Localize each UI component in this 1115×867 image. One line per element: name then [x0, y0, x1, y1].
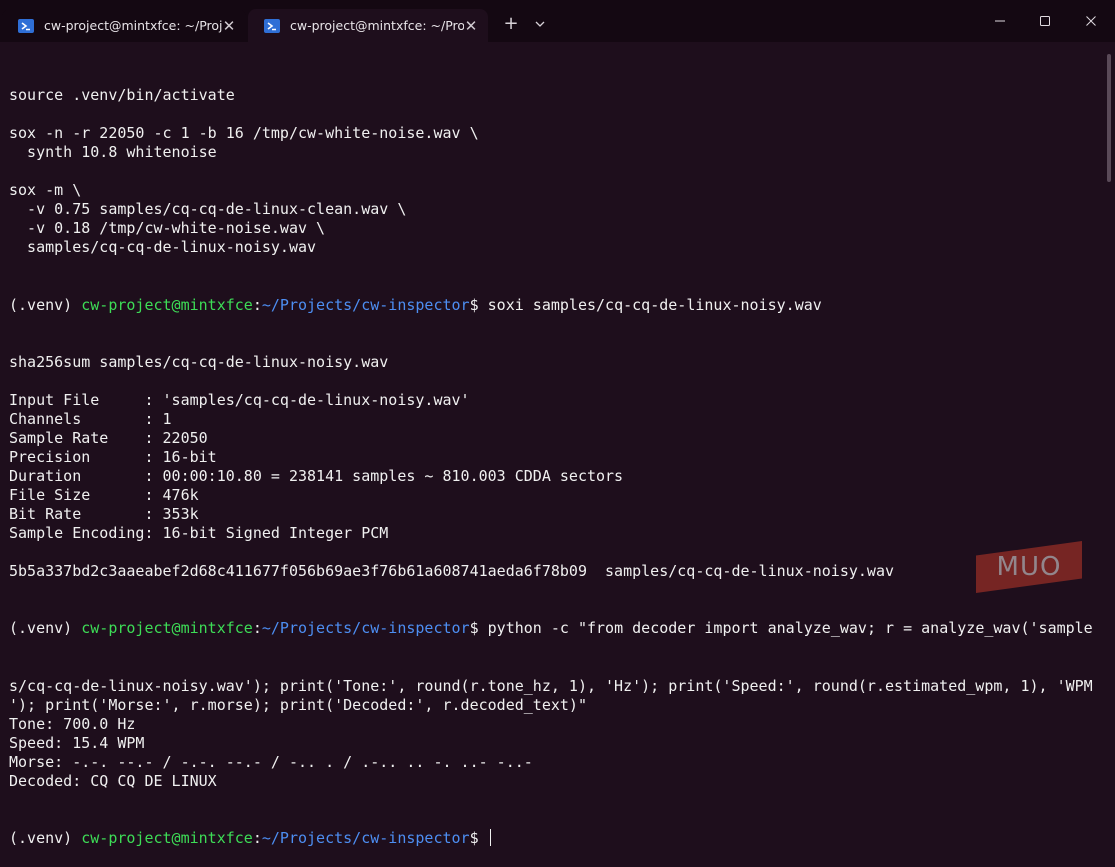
output-line: 5b5a337bd2c3aaeabef2d68c411677f056b69ae3… — [9, 562, 895, 581]
scrollbar-thumb[interactable] — [1107, 54, 1111, 182]
prompt-user: cw-project@mintxfce — [81, 828, 253, 847]
output-block: source .venv/bin/activate sox -n -r 22050… — [9, 86, 1107, 257]
prompt-user: cw-project@mintxfce — [81, 295, 253, 314]
output-line: Morse: -.-. --.- / -.-. --.- / -.. . / .… — [9, 752, 533, 771]
prompt-symbol: $ — [469, 619, 488, 638]
output-line: source .venv/bin/activate — [9, 86, 235, 105]
output-line: synth 10.8 whitenoise — [9, 143, 217, 162]
maximize-icon[interactable] — [1022, 0, 1068, 42]
output-line: File Size : 476k — [9, 486, 199, 505]
output-line: Precision : 16-bit — [9, 447, 217, 466]
new-tab-button[interactable]: + — [500, 12, 522, 36]
prompt-path: ~/Projects/cw-inspector — [261, 295, 470, 314]
prompt-line: (.venv) cw-project@mintxfce:~/Projects/c… — [9, 828, 1107, 848]
tab-title: cw-project@mintxfce: ~/Proje — [290, 18, 464, 33]
output-line: Channels : 1 — [9, 409, 172, 428]
output-line: -v 0.18 /tmp/cw-white-noise.wav \ — [9, 219, 326, 238]
output-line: s/cq-cq-de-linux-noisy.wav'); print('Ton… — [9, 676, 1093, 695]
output-line: Tone: 700.0 Hz — [9, 714, 136, 733]
output-block: s/cq-cq-de-linux-noisy.wav'); print('Ton… — [9, 677, 1107, 791]
terminal-icon — [18, 18, 34, 33]
close-icon[interactable]: ✕ — [222, 17, 236, 35]
output-line: Duration : 00:00:10.80 = 238141 samples … — [9, 467, 624, 486]
prompt-user: cw-project@mintxfce — [81, 619, 253, 638]
output-line: Decoded: CQ CQ DE LINUX — [9, 771, 217, 790]
close-icon[interactable]: ✕ — [464, 17, 478, 35]
prompt-symbol: $ — [469, 295, 488, 314]
minimize-icon[interactable] — [977, 0, 1023, 42]
venv-label: (.venv) — [9, 619, 82, 638]
chevron-down-icon[interactable] — [530, 12, 550, 36]
tab-1[interactable]: cw-project@mintxfce: ~/Proje ✕ — [2, 9, 246, 42]
output-line: sox -n -r 22050 -c 1 -b 16 /tmp/cw-white… — [9, 124, 479, 143]
output-line: sox -m \ — [9, 181, 82, 200]
prompt-sep: : — [252, 828, 262, 847]
venv-label: (.venv) — [9, 295, 82, 314]
output-line: Bit Rate : 353k — [9, 505, 199, 524]
terminal-output[interactable]: source .venv/bin/activate sox -n -r 22050… — [9, 48, 1107, 847]
output-line: Sample Encoding: 16-bit Signed Integer P… — [9, 524, 389, 543]
prompt-path: ~/Projects/cw-inspector — [261, 828, 470, 847]
tab-title: cw-project@mintxfce: ~/Proje — [44, 18, 222, 33]
output-line: Speed: 15.4 WPM — [9, 733, 145, 752]
output-line: sha256sum samples/cq-cq-de-linux-noisy.w… — [9, 352, 389, 371]
close-window-icon[interactable] — [1068, 0, 1114, 42]
command-text: soxi samples/cq-cq-de-linux-noisy.wav — [487, 295, 822, 314]
tab-2[interactable]: cw-project@mintxfce: ~/Proje ✕ — [248, 9, 488, 42]
output-line: samples/cq-cq-de-linux-noisy.wav — [9, 238, 317, 257]
prompt-line: (.venv) cw-project@mintxfce:~/Projects/c… — [9, 296, 1107, 315]
venv-label: (.venv) — [9, 828, 82, 847]
output-line: Input File : 'samples/cq-cq-de-linux-noi… — [9, 390, 470, 409]
output-line: -v 0.75 samples/cq-cq-de-linux-clean.wav… — [9, 200, 407, 219]
output-block: sha256sum samples/cq-cq-de-linux-noisy.w… — [9, 353, 1107, 582]
prompt-symbol: $ — [469, 828, 488, 847]
terminal-icon — [264, 18, 280, 33]
title-bar: cw-project@mintxfce: ~/Proje ✕ cw-projec… — [0, 0, 1115, 42]
output-line: Sample Rate : 22050 — [9, 428, 208, 447]
scrollbar[interactable] — [1106, 48, 1112, 624]
text-cursor — [489, 828, 491, 846]
prompt-path: ~/Projects/cw-inspector — [261, 619, 470, 638]
logo-text: MUO — [996, 552, 1062, 582]
command-text: python -c "from decoder import analyze_w… — [487, 619, 1093, 638]
output-line: '); print('Morse:', r.morse); print('Dec… — [9, 695, 587, 714]
prompt-sep: : — [252, 295, 262, 314]
prompt-sep: : — [252, 619, 262, 638]
prompt-line: (.venv) cw-project@mintxfce:~/Projects/c… — [9, 619, 1107, 638]
